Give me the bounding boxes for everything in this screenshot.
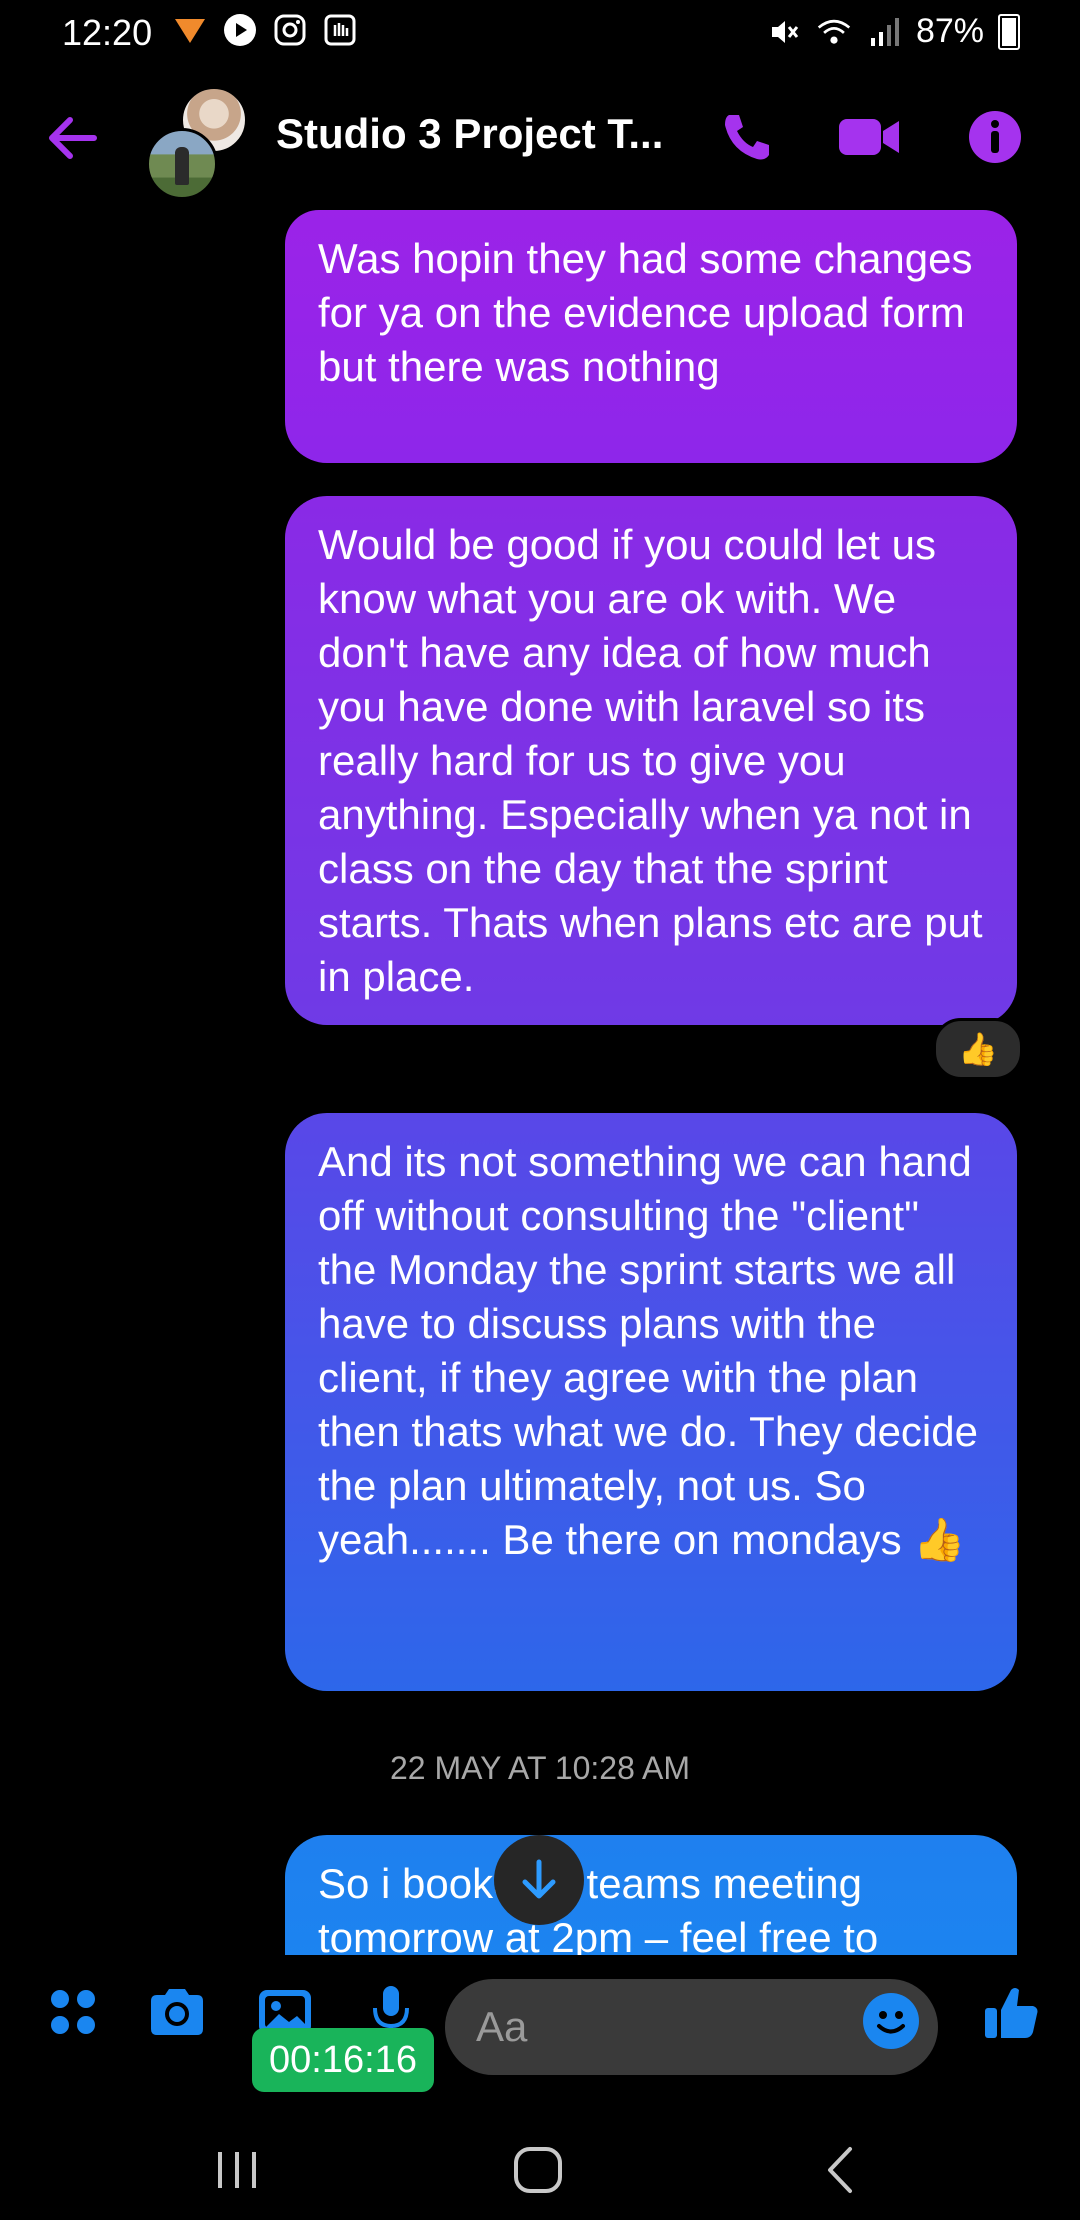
video-camera-icon bbox=[839, 119, 899, 155]
notification-icons bbox=[172, 12, 358, 48]
mute-icon bbox=[766, 14, 802, 50]
message-bubble[interactable]: And its not something we can hand off wi… bbox=[285, 1113, 1017, 1691]
arrow-down-icon bbox=[522, 1859, 556, 1899]
emoji-button[interactable] bbox=[863, 1993, 919, 2049]
scroll-to-bottom-button[interactable] bbox=[494, 1835, 584, 1925]
message-bubble[interactable]: So i booked a teams meeting tomorrow at … bbox=[285, 1835, 1017, 1955]
avatar bbox=[146, 128, 218, 200]
recording-timer: 00:16:16 bbox=[252, 2028, 434, 2092]
chat-header: Studio 3 Project T... bbox=[0, 72, 1080, 202]
instagram-icon bbox=[272, 12, 308, 48]
composer-bar: Aa 00:16:16 bbox=[0, 1955, 1080, 2105]
message-bubble[interactable]: Would be good if you could let us know w… bbox=[285, 496, 1017, 1025]
message-bubble[interactable]: Was hopin they had some changes for ya o… bbox=[285, 210, 1017, 463]
smiley-icon bbox=[877, 2011, 905, 2034]
video-call-button[interactable] bbox=[834, 102, 904, 172]
recent-apps-icon bbox=[218, 2152, 256, 2188]
thumbs-up-icon bbox=[985, 1988, 1038, 2038]
camera-button[interactable] bbox=[142, 1977, 212, 2047]
back-arrow-icon bbox=[49, 117, 97, 159]
phone-icon bbox=[725, 115, 769, 160]
message-input[interactable]: Aa bbox=[445, 1979, 938, 2075]
home-button[interactable] bbox=[503, 2140, 573, 2200]
message-input-placeholder: Aa bbox=[476, 2003, 528, 2050]
gesture-app-icon bbox=[322, 12, 358, 48]
apps-grid-icon bbox=[51, 1990, 95, 2034]
message-timestamp: 22 MAY AT 10:28 AM bbox=[389, 1750, 691, 1786]
status-bar: 12:20 87% bbox=[0, 0, 1080, 64]
home-icon bbox=[514, 2147, 562, 2193]
group-avatar[interactable] bbox=[146, 86, 256, 200]
chat-title[interactable]: Studio 3 Project T... bbox=[276, 110, 663, 158]
battery-icon bbox=[998, 13, 1020, 50]
camera-icon bbox=[151, 1989, 203, 2035]
vpn-app-icon bbox=[172, 12, 208, 48]
system-navigation-bar bbox=[0, 2110, 1080, 2220]
system-status: 87% bbox=[766, 12, 1020, 51]
info-button[interactable] bbox=[960, 102, 1030, 172]
recent-apps-button[interactable] bbox=[202, 2140, 272, 2200]
play-store-icon bbox=[222, 12, 258, 48]
status-time: 12:20 bbox=[62, 12, 153, 53]
more-actions-button[interactable] bbox=[38, 1977, 108, 2047]
system-back-button[interactable] bbox=[805, 2140, 875, 2200]
wifi-icon bbox=[816, 14, 852, 50]
chevron-left-icon bbox=[828, 2147, 852, 2193]
back-button[interactable] bbox=[44, 108, 104, 168]
info-icon bbox=[969, 111, 1021, 163]
signal-icon bbox=[866, 14, 902, 50]
message-list[interactable]: Was hopin they had some changes for ya o… bbox=[0, 210, 1080, 1955]
reaction-badge[interactable]: 👍 bbox=[933, 1018, 1023, 1080]
battery-percent: 87% bbox=[915, 12, 984, 50]
voice-call-button[interactable] bbox=[712, 102, 782, 172]
like-button[interactable] bbox=[976, 1977, 1046, 2047]
